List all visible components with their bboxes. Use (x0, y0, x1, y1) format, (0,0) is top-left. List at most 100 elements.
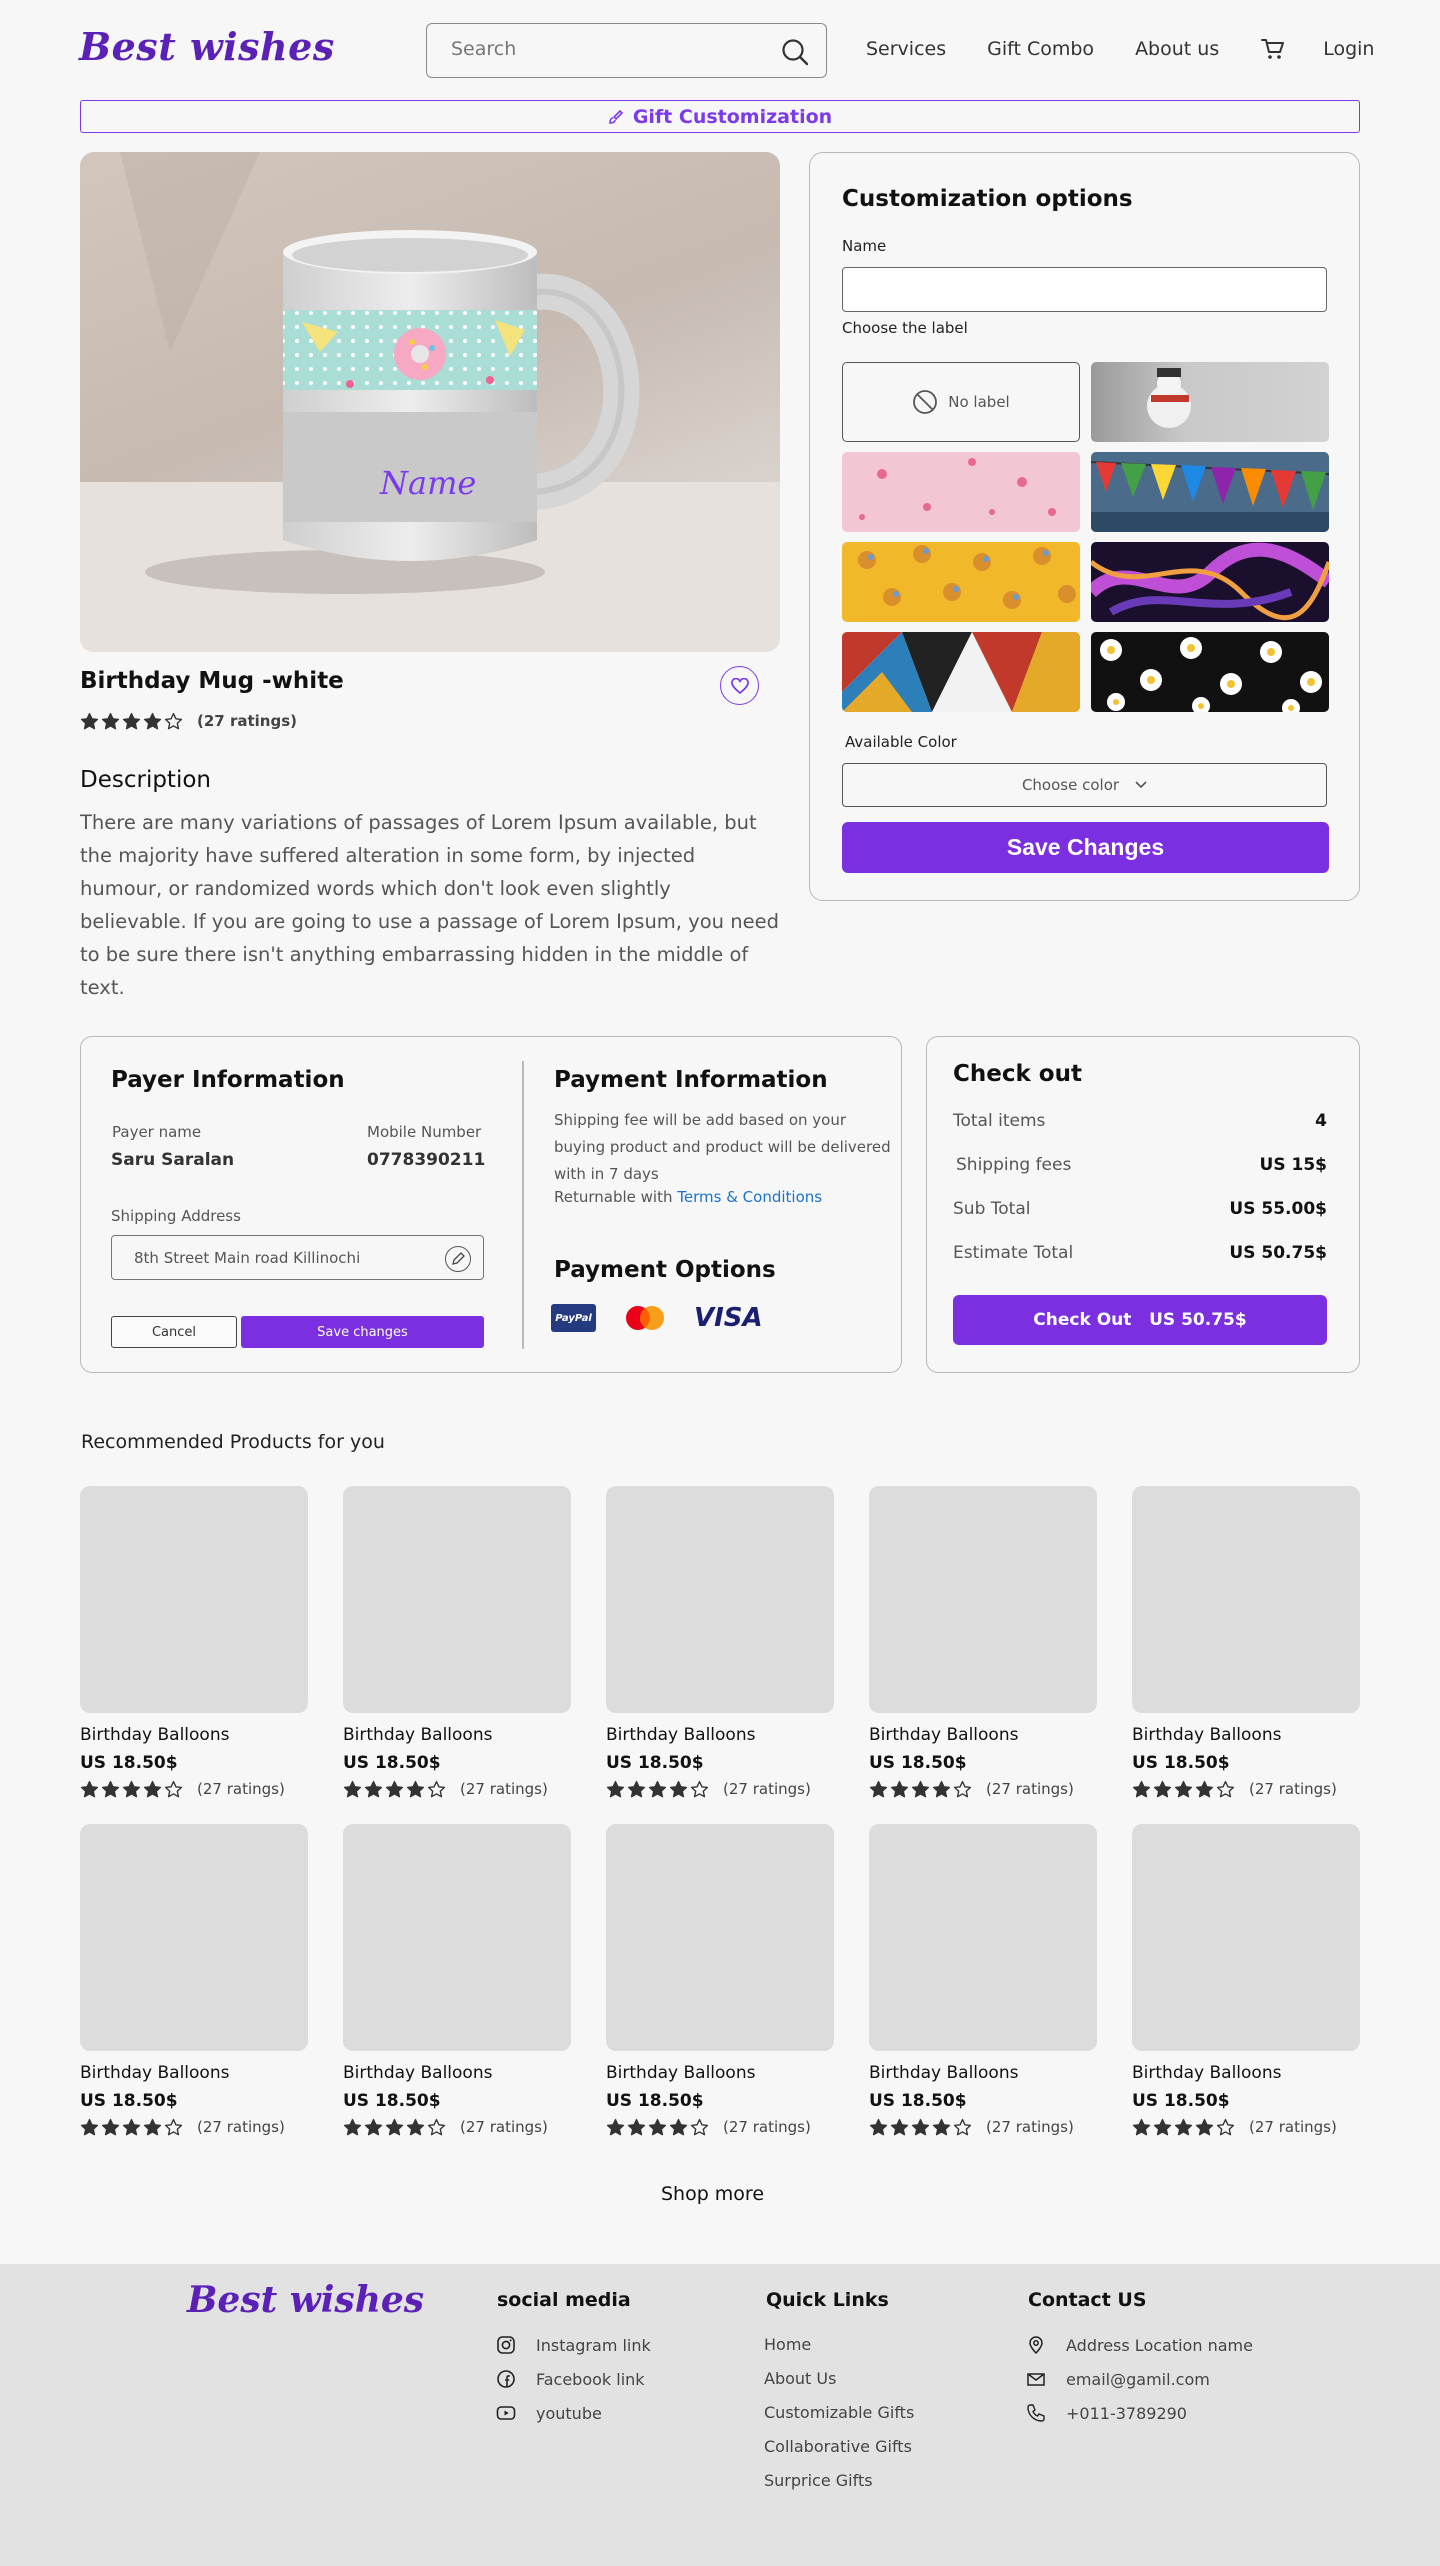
label-option-bunting[interactable] (1091, 452, 1329, 532)
product-rating: (27 ratings) (80, 712, 297, 730)
nav-services[interactable]: Services (866, 38, 946, 60)
product-card-name[interactable]: Birthday Balloons (1132, 1725, 1360, 1745)
name-label: Name (842, 237, 887, 255)
product-card-rating: (27 ratings) (869, 2118, 1097, 2136)
label-option-snowman[interactable] (1091, 362, 1329, 442)
rating-count: (27 ratings) (460, 2118, 548, 2136)
contact-email[interactable]: email@gamil.com (1026, 2369, 1210, 2389)
product-card-name[interactable]: Birthday Balloons (343, 1725, 571, 1745)
checkout-title: Check out (953, 1061, 1082, 1087)
name-input[interactable] (842, 267, 1327, 312)
product-card-image[interactable] (606, 1824, 834, 2051)
paypal-logo[interactable]: PayPal (551, 1304, 596, 1332)
product-card-image[interactable] (1132, 1486, 1360, 1713)
nav-about-us[interactable]: About us (1135, 38, 1219, 60)
product-card-name[interactable]: Birthday Balloons (606, 2063, 834, 2083)
visa-logo[interactable]: VISA (694, 1303, 763, 1333)
quick-link-surprise[interactable]: Surprice Gifts (764, 2471, 873, 2490)
label-option-fluid-art[interactable] (1091, 542, 1329, 622)
product-card[interactable]: Birthday Balloons US 18.50$ (27 ratings) (606, 1486, 834, 1798)
product-card-price: US 18.50$ (1132, 2091, 1230, 2111)
star-filled-icon (1132, 1780, 1151, 1798)
quick-link-collaborative[interactable]: Collaborative Gifts (764, 2437, 912, 2456)
product-card[interactable]: Birthday Balloons US 18.50$ (27 ratings) (1132, 1486, 1360, 1798)
product-card-price: US 18.50$ (869, 1753, 967, 1773)
product-card-name[interactable]: Birthday Balloons (343, 2063, 571, 2083)
save-changes-button[interactable]: Save Changes (842, 822, 1329, 873)
rating-count: (27 ratings) (197, 712, 297, 730)
customization-panel: Customization options Name Choose the la… (809, 152, 1360, 901)
quick-link-customizable[interactable]: Customizable Gifts (764, 2403, 914, 2422)
product-card[interactable]: Birthday Balloons US 18.50$ (27 ratings) (343, 1486, 571, 1798)
star-filled-icon (648, 2118, 667, 2136)
product-card[interactable]: Birthday Balloons US 18.50$ (27 ratings) (1132, 1824, 1360, 2136)
product-card-image[interactable] (343, 1486, 571, 1713)
gift-customization-banner[interactable]: Gift Customization (80, 100, 1360, 133)
star-empty-icon (690, 1780, 709, 1798)
product-card[interactable]: Birthday Balloons US 18.50$ (27 ratings) (606, 1824, 834, 2136)
terms-link[interactable]: Terms & Conditions (677, 1188, 822, 1206)
label-option-hearts[interactable] (842, 452, 1080, 532)
label-option-ducks[interactable] (842, 542, 1080, 622)
logo[interactable]: Best wishes (79, 24, 335, 69)
product-card-name[interactable]: Birthday Balloons (606, 1725, 834, 1745)
product-card-image[interactable] (869, 1486, 1097, 1713)
product-card-image[interactable] (80, 1824, 308, 2051)
choose-label-label: Choose the label (842, 319, 968, 337)
quick-link-about[interactable]: About Us (764, 2369, 836, 2388)
product-card[interactable]: Birthday Balloons US 18.50$ (27 ratings) (343, 1824, 571, 2136)
label-option-none[interactable]: No label (842, 362, 1080, 442)
star-rating (869, 2118, 974, 2136)
youtube-link[interactable]: youtube (496, 2403, 602, 2423)
edit-address-button[interactable] (445, 1246, 471, 1272)
search-icon[interactable] (780, 37, 810, 67)
facebook-link[interactable]: Facebook link (496, 2369, 645, 2389)
star-filled-icon (143, 1780, 162, 1798)
product-card[interactable]: Birthday Balloons US 18.50$ (27 ratings) (80, 1824, 308, 2136)
color-select[interactable]: Choose color (842, 763, 1327, 807)
product-card-name[interactable]: Birthday Balloons (869, 2063, 1097, 2083)
row-value: US 15$ (1259, 1155, 1327, 1175)
product-card-name[interactable]: Birthday Balloons (869, 1725, 1097, 1745)
star-filled-icon (890, 2118, 909, 2136)
product-card-image[interactable] (80, 1486, 308, 1713)
checkout-row-shipping: Shipping fees US 15$ (956, 1155, 1327, 1175)
product-card-image[interactable] (343, 1824, 571, 2051)
cart-icon[interactable] (1260, 36, 1286, 62)
checkout-button[interactable]: Check Out US 50.75$ (953, 1295, 1327, 1345)
label-option-geometric[interactable] (842, 632, 1080, 712)
product-card[interactable]: Birthday Balloons US 18.50$ (27 ratings) (80, 1486, 308, 1798)
shipping-address-label: Shipping Address (111, 1207, 241, 1225)
product-card-image[interactable] (606, 1486, 834, 1713)
wishlist-button[interactable] (720, 666, 759, 705)
product-card-name[interactable]: Birthday Balloons (80, 1725, 308, 1745)
save-changes-small-button[interactable]: Save changes (241, 1316, 484, 1348)
cancel-button[interactable]: Cancel (111, 1316, 237, 1348)
quick-link-home[interactable]: Home (764, 2335, 811, 2354)
shipping-address-field[interactable]: 8th Street Main road Killinochi (111, 1235, 484, 1280)
product-card-image[interactable] (869, 1824, 1097, 2051)
footer-logo[interactable]: Best wishes (187, 2279, 424, 2321)
search-input[interactable] (451, 38, 751, 60)
star-filled-icon (385, 1780, 404, 1798)
shop-more-link[interactable]: Shop more (0, 2183, 1425, 2205)
product-card-rating: (27 ratings) (606, 1780, 834, 1798)
login-link[interactable]: Login (1323, 38, 1374, 60)
star-empty-icon (427, 1780, 446, 1798)
chevron-down-icon (1135, 781, 1147, 789)
product-card[interactable]: Birthday Balloons US 18.50$ (27 ratings) (869, 1486, 1097, 1798)
star-filled-icon (80, 712, 99, 730)
product-card-image[interactable] (1132, 1824, 1360, 2051)
product-card-name[interactable]: Birthday Balloons (1132, 2063, 1360, 2083)
nav-gift-combo[interactable]: Gift Combo (987, 38, 1094, 60)
instagram-link[interactable]: Instagram link (496, 2335, 651, 2355)
product-card-name[interactable]: Birthday Balloons (80, 2063, 308, 2083)
product-card-price: US 18.50$ (1132, 1753, 1230, 1773)
payer-title: Payer Information (111, 1067, 345, 1093)
product-card-rating: (27 ratings) (1132, 2118, 1360, 2136)
product-card[interactable]: Birthday Balloons US 18.50$ (27 ratings) (869, 1824, 1097, 2136)
label-option-daisies[interactable] (1091, 632, 1329, 712)
mastercard-logo[interactable] (622, 1303, 668, 1333)
contact-phone[interactable]: +011-3789290 (1026, 2403, 1187, 2423)
product-card-rating: (27 ratings) (343, 1780, 571, 1798)
